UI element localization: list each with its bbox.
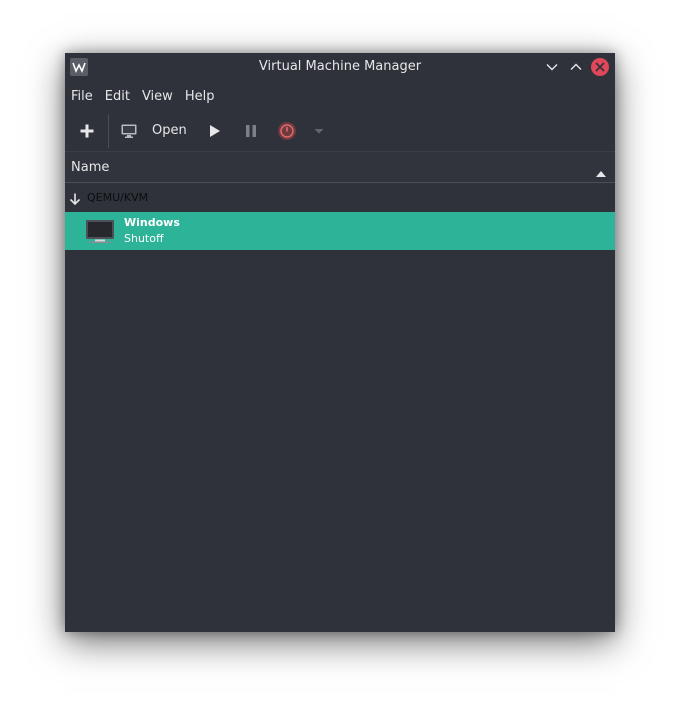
open-button[interactable] [120,122,138,140]
pause-icon [246,125,256,137]
menu-view[interactable]: View [142,89,173,104]
maximize-button[interactable] [567,58,585,76]
power-icon [278,122,296,140]
close-icon [595,62,605,72]
connection-group-row[interactable]: QEMU/KVM [65,183,615,212]
shutdown-button[interactable] [277,121,297,141]
expand-arrow-icon[interactable] [68,191,82,210]
vm-state: Shutoff [124,232,164,245]
open-button-label[interactable]: Open [152,121,187,141]
virt-manager-window: Virtual Machine Manager File Edit View H… [65,53,615,632]
vm-name: Windows [124,216,180,229]
menu-help[interactable]: Help [185,89,215,104]
chevron-down-icon [314,129,324,134]
title-bar[interactable]: Virtual Machine Manager [65,53,615,81]
pause-button[interactable] [243,123,259,139]
menu-edit[interactable]: Edit [105,89,130,104]
monitor-icon [121,124,137,138]
play-icon [210,125,220,137]
vm-list-header: Name [65,151,615,183]
connection-label: QEMU/KVM [87,191,149,204]
sort-ascending-icon[interactable] [596,163,606,182]
minimize-button[interactable] [543,58,561,76]
window-title: Virtual Machine Manager [258,59,422,74]
close-button[interactable] [591,58,609,76]
vm-list[interactable]: QEMU/KVM Windows Shutoff [65,183,615,632]
run-button[interactable] [207,123,223,139]
toolbar-separator [108,114,109,148]
toolbar: Open [65,111,615,151]
vm-row-windows[interactable]: Windows Shutoff [65,212,615,250]
plus-icon [80,124,94,138]
minimize-icon [546,64,558,71]
name-column-header[interactable]: Name [71,152,109,183]
menu-file[interactable]: File [71,89,93,104]
shutdown-menu-button[interactable] [313,125,325,137]
maximize-icon [570,63,582,70]
new-vm-button[interactable] [77,121,97,141]
vm-monitor-icon [85,219,115,248]
menu-bar: File Edit View Help [65,81,615,111]
